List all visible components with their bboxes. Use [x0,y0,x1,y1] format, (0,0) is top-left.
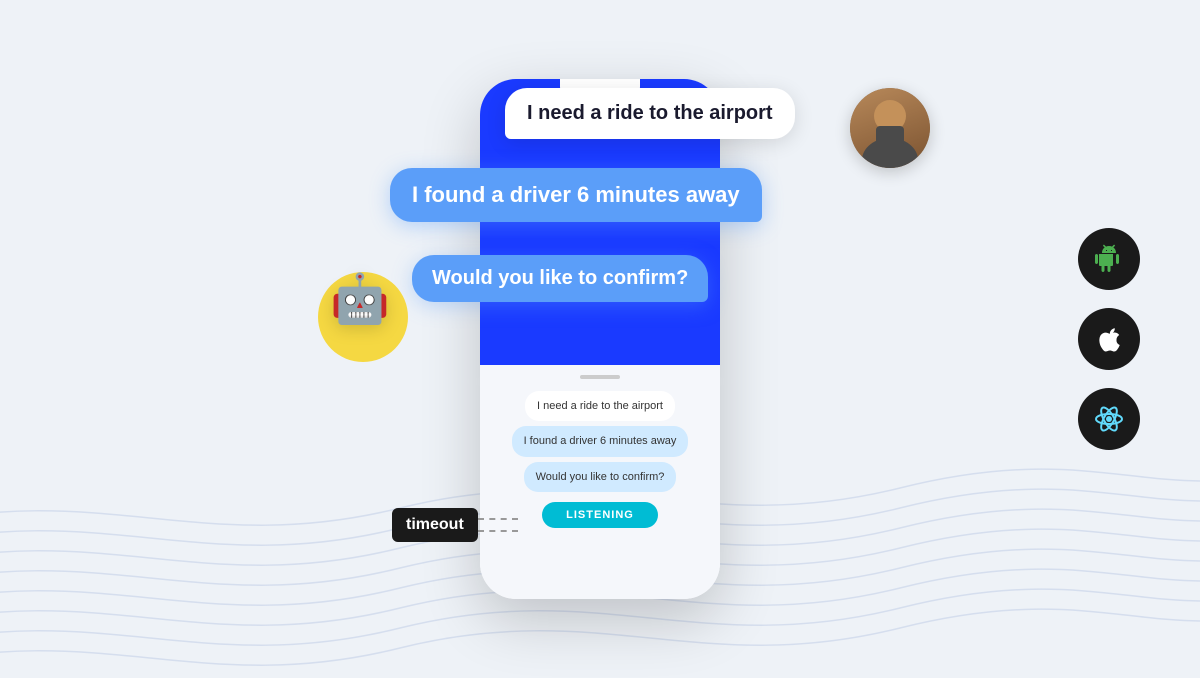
timeout-badge: timeout [392,508,478,542]
bot-chat-bubble-2: Would you like to confirm? [412,255,708,302]
bot-chat-bubble-1: I found a driver 6 minutes away [390,168,762,222]
phone-message-2: I found a driver 6 minutes away [512,426,689,456]
android-icon-button[interactable] [1078,228,1140,290]
phone-messages: I need a ride to the airport I found a d… [492,391,708,492]
timeout-dashed-line-2 [478,530,518,532]
timeout-dashed-line-1 [478,518,518,520]
platform-icons-group [1078,228,1140,450]
robot-icon: 🤖 [330,270,390,327]
scroll-indicator [580,375,620,379]
phone-message-3: Would you like to confirm? [524,462,677,492]
user-avatar [850,88,930,168]
react-native-icon-button[interactable] [1078,388,1140,450]
phone-message-1: I need a ride to the airport [525,391,675,421]
main-scene: .wave-path { fill: none; stroke: #c5d0e8… [0,0,1200,678]
listening-button[interactable]: LISTENING [542,502,658,528]
phone-mockup: I need a ride to the airport I found a d… [480,79,720,599]
apple-icon-button[interactable] [1078,308,1140,370]
user-chat-bubble: I need a ride to the airport [505,88,795,139]
phone-bottom-area: I need a ride to the airport I found a d… [480,365,720,599]
